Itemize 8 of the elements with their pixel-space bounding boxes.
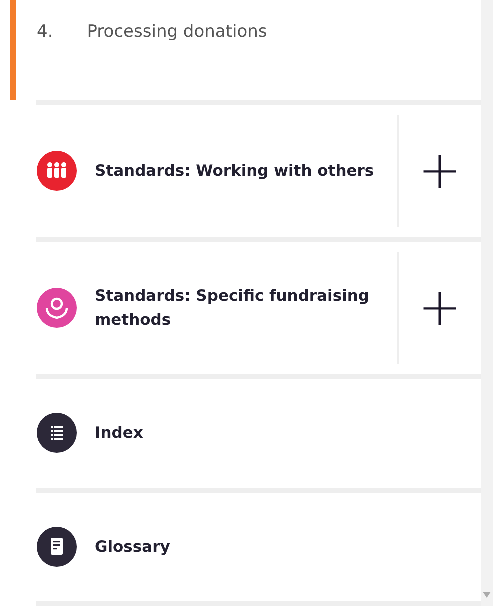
section-title[interactable]: Glossary <box>95 534 375 559</box>
section-title[interactable]: Standards: Specific fundraising methods <box>95 284 375 332</box>
section-title[interactable]: Index <box>95 421 375 446</box>
chapter-title: Processing donations <box>87 21 268 44</box>
chapter-number: 4. <box>37 21 54 44</box>
section-title[interactable]: Standards: Working with others <box>95 158 375 183</box>
scroll-down-icon[interactable] <box>483 592 491 598</box>
scrollbar[interactable] <box>481 0 493 606</box>
